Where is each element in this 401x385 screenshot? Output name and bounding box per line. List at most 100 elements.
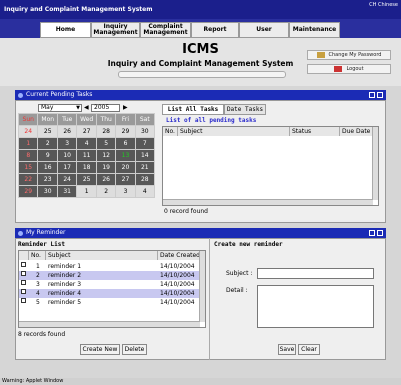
minimize-icon[interactable] <box>369 230 375 236</box>
next-year-icon[interactable]: ▶ <box>123 104 128 111</box>
horizontal-scrollbar[interactable] <box>163 199 373 205</box>
calendar-day[interactable]: 27 <box>115 173 136 186</box>
tab-list-all-tasks[interactable]: List All Tasks <box>162 104 224 115</box>
subject-input[interactable] <box>257 268 374 279</box>
column-header-no[interactable]: No. <box>163 127 178 136</box>
maximize-icon[interactable] <box>377 230 383 236</box>
calendar-day[interactable]: 31 <box>56 185 78 198</box>
calendar-day[interactable]: 29 <box>17 185 39 198</box>
nav-complaint-management[interactable]: Complaint Management <box>140 22 191 38</box>
table-row[interactable]: 2 reminder 2 14/10/2004 <box>19 271 201 280</box>
calendar-weekdays: Sun Mon Tue Wed Thu Fri Sat <box>17 113 156 126</box>
weekday: Fri <box>115 113 136 126</box>
calendar-day[interactable]: 2 <box>37 137 58 150</box>
weekday: Sat <box>134 113 156 126</box>
calendar-day[interactable]: 4 <box>134 185 156 198</box>
calendar-day[interactable]: 26 <box>56 125 78 138</box>
panel-divider <box>209 238 210 360</box>
column-header-due-date[interactable]: Due Date <box>340 127 373 136</box>
calendar-day[interactable]: 5 <box>95 137 117 150</box>
save-button[interactable]: Save <box>278 344 296 355</box>
column-header-date-created[interactable]: Date Created <box>158 251 201 260</box>
row-checkbox[interactable] <box>21 280 26 285</box>
column-header-status[interactable]: Status <box>290 127 340 136</box>
language-indicator[interactable]: CH Chinese <box>369 2 398 8</box>
nav-maintenance[interactable]: Maintenance <box>289 22 340 38</box>
calendar-day[interactable]: 16 <box>37 161 58 174</box>
logout-button[interactable]: Logout <box>307 64 391 74</box>
column-header-subject[interactable]: Subject <box>46 251 158 260</box>
vertical-scrollbar[interactable] <box>199 251 205 322</box>
calendar-day[interactable]: 24 <box>56 173 78 186</box>
calendar-day[interactable]: 25 <box>76 173 97 186</box>
calendar-day[interactable]: 23 <box>37 173 58 186</box>
weekday: Thu <box>95 113 117 126</box>
maximize-icon[interactable] <box>377 92 383 98</box>
calendar-day[interactable]: 7 <box>134 137 156 150</box>
calendar-day[interactable]: 22 <box>17 173 39 186</box>
calendar-day[interactable]: 20 <box>115 161 136 174</box>
row-checkbox[interactable] <box>21 271 26 276</box>
table-row[interactable]: 4 reminder 4 14/10/2004 <box>19 289 201 298</box>
calendar-day[interactable]: 30 <box>37 185 58 198</box>
calendar-day-today[interactable]: 13 <box>115 149 136 162</box>
calendar-day[interactable]: 1 <box>76 185 97 198</box>
calendar-day[interactable]: 25 <box>37 125 58 138</box>
column-header-subject[interactable]: Subject <box>178 127 290 136</box>
banner-decoration <box>118 71 286 78</box>
title-bar: Inquiry and Complaint Management System … <box>0 0 401 19</box>
calendar-day[interactable]: 29 <box>115 125 136 138</box>
delete-button[interactable]: Delete <box>122 344 147 355</box>
calendar-day[interactable]: 17 <box>56 161 78 174</box>
calendar-day[interactable]: 28 <box>134 173 156 186</box>
calendar-day[interactable]: 9 <box>37 149 58 162</box>
pending-tasks-table: No. Subject Status Due Date <box>162 126 379 206</box>
pending-tasks-header: Current Pending Tasks <box>15 90 386 100</box>
calendar-day[interactable]: 30 <box>134 125 156 138</box>
table-row[interactable]: 3 reminder 3 14/10/2004 <box>19 280 201 289</box>
tab-date-tasks[interactable]: Date Tasks <box>224 104 266 115</box>
calendar-day[interactable]: 1 <box>17 137 39 150</box>
nav-home[interactable]: Home <box>40 22 91 38</box>
calendar-day[interactable]: 12 <box>95 149 117 162</box>
calendar-day[interactable]: 10 <box>56 149 78 162</box>
calendar-day[interactable]: 19 <box>95 161 117 174</box>
calendar-day[interactable]: 3 <box>56 137 78 150</box>
calendar-day[interactable]: 8 <box>17 149 39 162</box>
calendar-day[interactable]: 4 <box>76 137 97 150</box>
nav-user[interactable]: User <box>239 22 289 38</box>
column-header-no[interactable]: No. <box>29 251 46 260</box>
calendar-day[interactable]: 28 <box>95 125 117 138</box>
calendar-day[interactable]: 6 <box>115 137 136 150</box>
calendar-day[interactable]: 3 <box>115 185 136 198</box>
weekday: Sun <box>17 113 39 126</box>
change-password-button[interactable]: Change My Password <box>307 50 391 60</box>
row-checkbox[interactable] <box>21 289 26 294</box>
prev-year-icon[interactable]: ◀ <box>84 104 89 111</box>
horizontal-scrollbar[interactable] <box>19 321 200 327</box>
month-select[interactable]: May ▼ <box>38 104 82 112</box>
minimize-icon[interactable] <box>369 92 375 98</box>
calendar-day[interactable]: 11 <box>76 149 97 162</box>
create-new-button[interactable]: Create New <box>80 344 120 355</box>
vertical-scrollbar[interactable] <box>372 127 378 200</box>
table-row[interactable]: 5 reminder 5 14/10/2004 <box>19 298 201 307</box>
calendar-day[interactable]: 15 <box>17 161 39 174</box>
calendar-day[interactable]: 27 <box>76 125 97 138</box>
calendar-day[interactable]: 26 <box>95 173 117 186</box>
calendar-day[interactable]: 2 <box>95 185 117 198</box>
clear-button[interactable]: Clear <box>298 344 320 355</box>
nav-report[interactable]: Report <box>191 22 239 38</box>
year-field[interactable]: 2005 <box>91 104 120 112</box>
calendar-day[interactable]: 24 <box>17 125 39 138</box>
calendar-day[interactable]: 18 <box>76 161 97 174</box>
row-checkbox[interactable] <box>21 298 26 303</box>
table-row[interactable]: 1 reminder 1 14/10/2004 <box>19 262 201 271</box>
calendar: Sun Mon Tue Wed Thu Fri Sat 24 25 26 27 … <box>17 113 156 198</box>
calendar-day[interactable]: 14 <box>134 149 156 162</box>
nav-inquiry-management[interactable]: Inquiry Management <box>91 22 140 38</box>
detail-label: Detail : <box>226 287 248 294</box>
detail-textarea[interactable] <box>257 285 374 328</box>
row-checkbox[interactable] <box>21 262 26 267</box>
calendar-day[interactable]: 21 <box>134 161 156 174</box>
